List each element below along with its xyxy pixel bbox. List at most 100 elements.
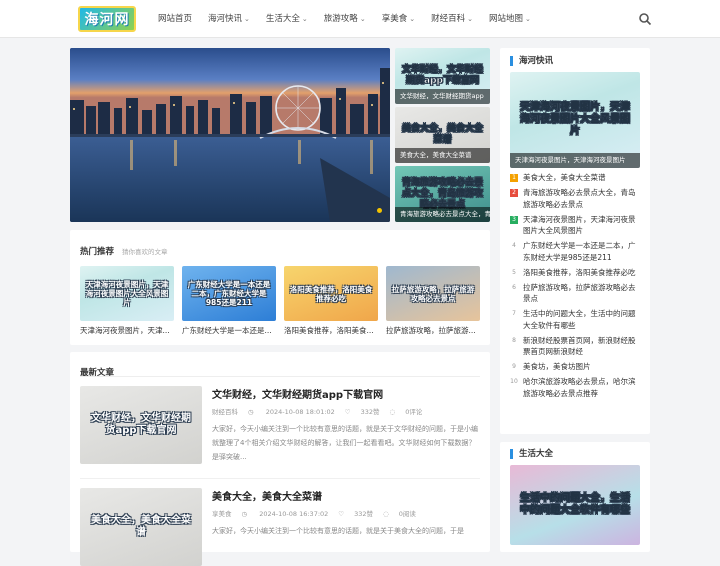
slider-indicator[interactable]: [377, 208, 382, 213]
list-item[interactable]: 10 哈尔滨旅游攻略必去景点，哈尔滨旅游攻略必去景点推荐: [510, 376, 640, 399]
list-item-text: 生活中的问题大全，生活中的问题大全软件有哪些: [523, 309, 636, 330]
list-item[interactable]: 2 青海旅游攻略必去景点大全，青岛旅游攻略必去景点: [510, 187, 640, 210]
rank-number: 2: [510, 189, 518, 197]
list-item[interactable]: 6 拉萨旅游攻略，拉萨旅游攻略必去景点: [510, 282, 640, 305]
hot-subtitle: 猜你喜欢的文章: [122, 248, 168, 256]
rank-number: 10: [510, 378, 518, 385]
article-comments: 0评论: [405, 408, 423, 416]
nav-item-sitemap[interactable]: 网站地图 ⌄: [481, 0, 539, 38]
chevron-down-icon: ⌄: [359, 15, 366, 23]
article-category[interactable]: 财经百科: [212, 408, 238, 416]
city-night-illustration: [70, 48, 390, 222]
hot-item[interactable]: 洛阳美食推荐，洛阳美食推荐必吃 洛阳美食推荐，洛阳美食...: [284, 266, 378, 336]
list-item-text: 新浪财经股票首页网，新浪财经股票首页网新浪财经: [523, 335, 636, 357]
article-meta: 享美食 ◷ 2024-10-08 16:37:02 ♡ 332赞 ◌ 0阅读: [212, 508, 426, 518]
list-item[interactable]: 9 美食坊，美食坊图片: [510, 361, 640, 373]
hot-item[interactable]: 拉萨旅游攻略，拉萨旅游攻略必去景点 拉萨旅游攻略，拉萨旅游...: [386, 266, 480, 336]
rank-number: 7: [512, 310, 516, 317]
sidebar-life-image: 生活中的问题大全，生活中的问题大全软件有哪些: [510, 465, 640, 545]
list-item-text: 美食坊，美食坊图片: [523, 362, 591, 371]
comment-icon: ◌: [383, 510, 389, 518]
rank-number: 8: [512, 336, 516, 344]
nav-label: 海河快讯: [208, 14, 243, 24]
article-title[interactable]: 美食大全，美食大全菜谱: [212, 488, 322, 503]
rank-number: 9: [512, 363, 516, 370]
list-item-text: 青海旅游攻略必去景点大全，青岛旅游攻略必去景点: [523, 188, 636, 209]
list-item[interactable]: 1 美食大全，美食大全菜谱: [510, 172, 640, 184]
nav-label: 旅游攻略: [323, 14, 358, 24]
hot-item[interactable]: 天津海河夜景图片，天津海河夜景图片大全风景图片 天津海河夜景图片，天津...: [80, 266, 174, 336]
article-comments: 0阅读: [398, 510, 416, 518]
clock-icon: ◷: [248, 408, 256, 416]
site-logo[interactable]: 海河网: [78, 6, 136, 32]
thumb-caption: 文华财经，文华财经期货app: [395, 89, 490, 104]
rank-number: 4: [512, 242, 516, 249]
article-title[interactable]: 文华财经，文华财经期货app下载官网: [212, 386, 383, 401]
hot-item-image: 洛阳美食推荐，洛阳美食推荐必吃: [284, 266, 378, 321]
rank-number: 5: [512, 268, 516, 276]
featured-slider-image[interactable]: [70, 48, 390, 222]
nav-item-home[interactable]: 网站首页: [150, 0, 200, 38]
rank-number: 1: [510, 174, 518, 182]
nav-label: 网站首页: [158, 14, 193, 24]
chevron-down-icon: ⌄: [301, 15, 308, 23]
list-item-text: 拉萨旅游攻略，拉萨旅游攻略必去景点: [523, 282, 636, 304]
list-item[interactable]: 7 生活中的问题大全，生活中的问题大全软件有哪些: [510, 308, 640, 331]
hot-title: 热门推荐: [80, 247, 115, 257]
article-meta: 财经百科 ◷ 2024-10-08 18:01:02 ♡ 332赞 ◌ 0评论: [212, 406, 432, 416]
sidebar-featured-caption: 天津海河夜景图片，天津海河夜景图片: [510, 153, 640, 168]
article-category[interactable]: 享美食: [212, 510, 232, 518]
list-item[interactable]: 3 天津海河夜景图片，天津海河夜景图片大全风景图片: [510, 214, 640, 237]
slider-thumb[interactable]: 青海旅游攻略必去景点大全，青岛旅游攻略必去景点 青海旅游攻略必去景点大全，青: [395, 166, 490, 222]
sidebar-life-featured[interactable]: 生活中的问题大全，生活中的问题大全软件有哪些: [510, 465, 640, 545]
hot-item-label: 广东财经大学是一本还是...: [182, 326, 272, 335]
divider: [80, 478, 480, 479]
like-icon: ♡: [344, 408, 351, 416]
comment-icon: ◌: [389, 408, 396, 416]
nav-label: 生活大全: [265, 14, 300, 24]
chevron-down-icon: ⌄: [467, 15, 473, 23]
nav-label: 财经百科: [431, 14, 466, 24]
list-item[interactable]: 8 新浪财经股票首页网，新浪财经股票首页网新浪财经: [510, 335, 640, 358]
rank-number: 6: [512, 283, 516, 291]
nav-label: 网站地图: [488, 14, 523, 24]
nav-item-news[interactable]: 海河快讯 ⌄: [200, 0, 258, 38]
article-date: 2024-10-08 16:37:02: [259, 510, 329, 518]
list-item[interactable]: 4 广东财经大学是一本还是二本，广东财经大学是985还是211: [510, 240, 640, 263]
list-item[interactable]: 5 洛阳美食推荐，洛阳美食推荐必吃: [510, 267, 640, 279]
nav-item-life[interactable]: 生活大全 ⌄: [258, 0, 316, 38]
slider-thumb[interactable]: 美食大全，美食大全菜谱 美食大全，美食大全菜谱: [395, 107, 490, 163]
list-item-text: 广东财经大学是一本还是二本，广东财经大学是985还是211: [523, 241, 636, 262]
sidebar-news-title: 海河快讯: [510, 56, 553, 66]
divider: [80, 376, 480, 377]
sidebar-news-header: 海河快讯: [510, 56, 553, 66]
hot-item[interactable]: 广东财经大学是一本还是二本，广东财经大学是985还是211 广东财经大学是一本还…: [182, 266, 276, 336]
nav-item-travel[interactable]: 旅游攻略 ⌄: [316, 0, 374, 38]
article-likes: 332赞: [354, 510, 374, 518]
nav-item-finance[interactable]: 财经百科 ⌄: [423, 0, 481, 38]
sidebar-life-title: 生活大全: [510, 449, 553, 459]
thumb-caption: 美食大全，美食大全菜谱: [395, 148, 490, 163]
slider-thumb[interactable]: 文华财经，文华财经期货app下载官网 文华财经，文华财经期货app: [395, 48, 490, 104]
hot-item-image: 拉萨旅游攻略，拉萨旅游攻略必去景点: [386, 266, 480, 321]
article-thumbnail[interactable]: 文华财经，文华财经期货app下载官网: [80, 386, 202, 464]
article-item: 美食大全，美食大全菜谱 美食大全，美食大全菜谱 享美食 ◷ 2024-10-08 …: [80, 488, 480, 566]
article-thumbnail[interactable]: 美食大全，美食大全菜谱: [80, 488, 202, 566]
chevron-down-icon: ⌄: [244, 15, 250, 23]
list-item-text: 天津海河夜景图片，天津海河夜景图片大全风景图片: [523, 214, 636, 236]
main-nav: 网站首页 海河快讯 ⌄ 生活大全 ⌄ 旅游攻略 ⌄ 享美食 ⌄ 财经百科 ⌄ 网站地图 ⌄: [150, 0, 539, 38]
nav-item-food[interactable]: 享美食 ⌄: [374, 0, 423, 38]
chevron-down-icon: ⌄: [524, 15, 531, 23]
hot-item-image: 广东财经大学是一本还是二本，广东财经大学是985还是211: [182, 266, 276, 321]
hot-item-label: 天津海河夜景图片，天津...: [80, 326, 170, 335]
sidebar-life-header: 生活大全: [510, 449, 553, 459]
clock-icon: ◷: [241, 510, 250, 518]
list-item-text: 哈尔滨旅游攻略必去景点，哈尔滨旅游攻略必去景点推荐: [523, 377, 636, 398]
site-header: 海河网 网站首页 海河快讯 ⌄ 生活大全 ⌄ 旅游攻略 ⌄ 享美食 ⌄ 财经百科 ⌄ 网站…: [0, 0, 720, 38]
thumb-caption: 青海旅游攻略必去景点大全，青: [395, 207, 490, 222]
hot-header: 热门推荐 猜你喜欢的文章: [80, 239, 168, 258]
sidebar-news-list: 1 美食大全，美食大全菜谱 2 青海旅游攻略必去景点大全，青岛旅游攻略必去景点 3天…: [510, 172, 640, 403]
search-icon[interactable]: [638, 12, 652, 26]
article-excerpt: 大家好，今天小编关注到一个比较有意思的话题，就是关于文华财经的问题，于是小编就整…: [212, 425, 478, 461]
sidebar-featured[interactable]: 天津海河夜景图片，天津海河夜景图片大全风景图片 天津海河夜景图片，天津海河夜景图…: [510, 72, 640, 168]
